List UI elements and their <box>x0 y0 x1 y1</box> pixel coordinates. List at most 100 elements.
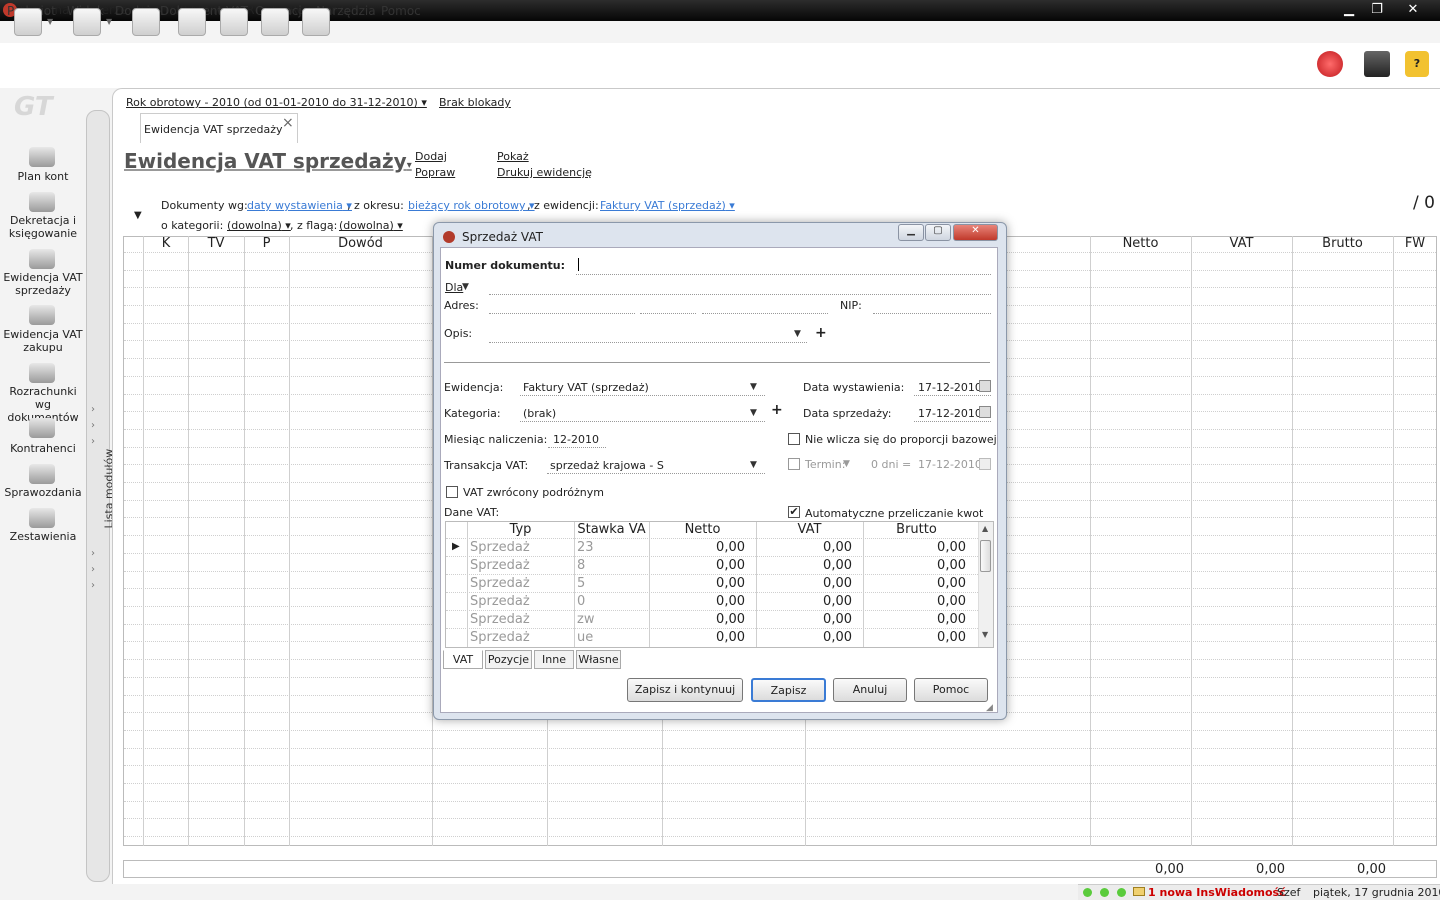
dialog-minimize-button[interactable]: ▁ <box>898 224 924 241</box>
contractors-icon[interactable] <box>29 418 55 438</box>
vat-cell-vat[interactable]: 0,00 <box>757 558 852 573</box>
vat-cell-type[interactable]: Sprzedaż <box>470 576 570 591</box>
vat-cell-vat[interactable]: 0,00 <box>757 576 852 591</box>
save-continue-button[interactable]: Zapisz i kontynuuj <box>627 678 743 702</box>
register-value[interactable]: Faktury VAT (sprzedaż) <box>523 381 649 394</box>
vat-cell-type[interactable]: Sprzedaż <box>470 612 570 627</box>
close-icon[interactable]: × <box>282 115 294 131</box>
address-postcode-input[interactable] <box>640 313 696 314</box>
travelers-label[interactable]: VAT zwrócony podróżnym <box>463 486 604 499</box>
filter-flag[interactable]: (dowolna) ▾ <box>339 219 403 232</box>
address-street-input[interactable] <box>489 313 635 314</box>
col-header-tv[interactable]: TV <box>188 236 244 252</box>
collapse-filter-icon[interactable]: ▼ <box>134 210 142 221</box>
vat-cell-net[interactable]: 0,00 <box>650 540 745 555</box>
print-register-link[interactable]: Drukuj ewidencję <box>497 166 592 179</box>
travelers-checkbox[interactable] <box>446 486 458 498</box>
vat-cell-rate[interactable]: 5 <box>577 576 647 591</box>
vat-cell-gross[interactable]: 0,00 <box>864 630 966 645</box>
filter-register[interactable]: Faktury VAT (sprzedaż) ▾ <box>600 199 735 212</box>
sidebar-item-vat-sprzedazy[interactable]: Ewidencja VAT sprzedaży <box>1 271 85 297</box>
maximize-button[interactable]: ❐ <box>1362 0 1392 19</box>
not-counted-label[interactable]: Nie wlicza się do proporcji bazowej <box>805 433 997 446</box>
vat-cell-net[interactable]: 0,00 <box>650 558 745 573</box>
purchase-vat-icon[interactable] <box>29 305 55 325</box>
issue-date-input[interactable] <box>914 395 991 396</box>
col-header-fw[interactable]: FW <box>1393 236 1437 252</box>
fiscal-year-selector[interactable]: Rok obrotowy - 2010 (od 01-01-2010 do 31… <box>126 96 427 109</box>
sidebar-item-plan-kont[interactable]: Plan kont <box>1 170 85 183</box>
vat-cell-type[interactable]: Sprzedaż <box>470 594 570 609</box>
chevron-down-icon[interactable]: ▼ <box>843 459 850 469</box>
alert-icon[interactable] <box>1317 51 1343 77</box>
filter-register-value[interactable]: Faktury VAT (sprzedaż) <box>600 199 726 212</box>
sale-date-value[interactable]: 17-12-2010 <box>918 407 982 420</box>
close-window-button[interactable]: ✕ <box>1398 0 1428 19</box>
vat-cell-net[interactable]: 0,00 <box>650 612 745 627</box>
chevron-down-icon[interactable]: ▼ <box>106 17 112 26</box>
lock-status-link[interactable]: Brak blokady <box>439 96 511 109</box>
nip-input[interactable] <box>873 313 991 314</box>
settlements-icon[interactable] <box>29 363 55 383</box>
sale-date-input[interactable] <box>914 421 991 422</box>
add-category-icon[interactable]: + <box>771 402 783 418</box>
vat-cell-type[interactable]: Sprzedaż <box>470 540 570 555</box>
scroll-thumb[interactable] <box>980 540 991 572</box>
open-icon[interactable] <box>14 8 42 36</box>
chevron-down-icon[interactable]: ▼ <box>794 329 801 339</box>
cancel-button[interactable]: Anuluj <box>833 678 907 702</box>
export-icon[interactable] <box>73 8 101 36</box>
add-link[interactable]: Dodaj <box>415 150 447 163</box>
vat-cell-net[interactable]: 0,00 <box>650 630 745 645</box>
vat-col-brutto[interactable]: Brutto <box>863 522 970 538</box>
vat-cell-gross[interactable]: 0,00 <box>864 594 966 609</box>
col-header-vat[interactable]: VAT <box>1191 236 1292 252</box>
help-shield-icon[interactable]: ? <box>1405 51 1429 77</box>
resize-grip-icon[interactable]: ◢ <box>986 703 993 713</box>
vat-cell-vat[interactable]: 0,00 <box>757 540 852 555</box>
category-select[interactable] <box>520 421 765 422</box>
filter-period[interactable]: bieżący rok obrotowy ▾ <box>408 199 535 212</box>
buyer-input[interactable] <box>489 294 991 295</box>
print-icon[interactable] <box>302 8 330 36</box>
vat-cell-rate[interactable]: zw <box>577 612 647 627</box>
tab-vat[interactable]: VAT <box>443 650 483 669</box>
menu-pomoc[interactable]: Pomoc <box>381 4 421 18</box>
category-value[interactable]: (brak) <box>523 407 556 420</box>
vat-col-vat[interactable]: VAT <box>756 522 863 538</box>
auto-calc-checkbox[interactable]: ✔ <box>788 506 800 518</box>
vat-cell-gross[interactable]: 0,00 <box>864 558 966 573</box>
vat-cell-vat[interactable]: 0,00 <box>757 630 852 645</box>
scroll-down-icon[interactable]: ▼ <box>982 630 988 639</box>
filter-category-value[interactable]: (dowolna) <box>227 219 282 232</box>
sidebar-item-sprawozdania[interactable]: Sprawozdania <box>1 486 85 499</box>
vat-cell-net[interactable]: 0,00 <box>650 576 745 591</box>
box-icon[interactable] <box>1364 51 1390 77</box>
register-select[interactable] <box>520 395 765 396</box>
chevron-down-icon[interactable]: ▼ <box>47 17 53 26</box>
month-value[interactable]: 12-2010 <box>553 433 599 446</box>
term-checkbox[interactable] <box>788 458 800 470</box>
chevron-down-icon[interactable]: ▼ <box>462 282 469 292</box>
calendar-icon[interactable] <box>979 406 991 418</box>
col-header-brutto[interactable]: Brutto <box>1292 236 1393 252</box>
add-desc-icon[interactable]: + <box>815 325 827 341</box>
chevron-down-icon[interactable]: ▼ <box>750 408 757 418</box>
chart-of-accounts-icon[interactable] <box>29 147 55 167</box>
dialog-close-button[interactable]: ✕ <box>953 224 998 241</box>
sales-vat-icon[interactable] <box>29 249 55 269</box>
statements-icon[interactable] <box>29 508 55 528</box>
vat-cell-type[interactable]: Sprzedaż <box>470 630 570 645</box>
filter-flag-value[interactable]: (dowolna) <box>339 219 394 232</box>
chevron-down-icon[interactable]: ▼ <box>750 382 757 392</box>
sidebar-item-kontrahenci[interactable]: Kontrahenci <box>1 442 85 455</box>
posting-icon[interactable] <box>29 192 55 212</box>
vat-cell-rate[interactable]: ue <box>577 630 647 645</box>
for-label[interactable]: Dla <box>445 281 463 294</box>
tab-pozycje[interactable]: Pozycje <box>485 650 532 669</box>
help-button[interactable]: Pomoc <box>914 678 988 702</box>
eraser-icon[interactable] <box>178 8 206 36</box>
address-city-input[interactable] <box>702 313 828 314</box>
stamp-icon[interactable] <box>132 8 160 36</box>
page-title[interactable]: Ewidencja VAT sprzedaży▾ <box>124 149 412 173</box>
